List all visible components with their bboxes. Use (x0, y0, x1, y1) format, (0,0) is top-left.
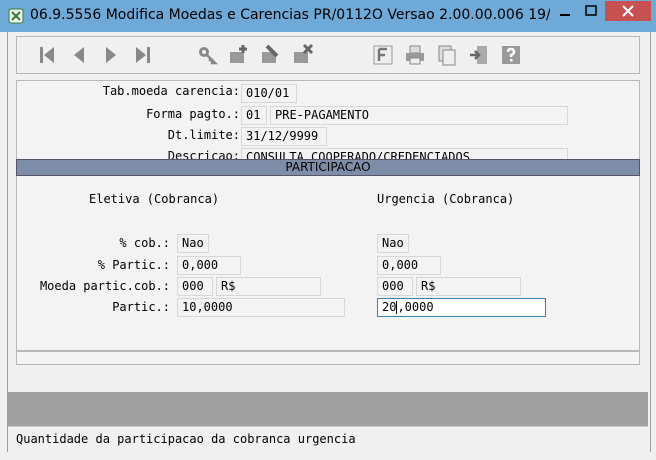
urgencia-moeda-desc-field: R$ (416, 277, 521, 296)
first-record-icon[interactable] (33, 41, 61, 69)
urgencia-partic-after-caret: ,0000 (397, 300, 434, 314)
grey-footer-area (8, 392, 648, 426)
eletiva-partic-pct-field[interactable]: 0,000 (177, 256, 241, 275)
participacao-panel: Eletiva (Cobranca) Urgencia (Cobranca) %… (16, 176, 640, 351)
eletiva-title: Eletiva (Cobranca) (89, 192, 220, 206)
tab-moeda-label: Tab.moeda carencia: (102, 84, 240, 98)
copy-icon[interactable] (433, 41, 461, 69)
add-icon[interactable] (225, 41, 253, 69)
maximize-button[interactable] (578, 1, 604, 21)
lower-panel (16, 351, 640, 365)
filter-icon[interactable] (369, 41, 397, 69)
next-record-icon[interactable] (97, 41, 125, 69)
urgencia-title: Urgencia (Cobranca) (377, 192, 515, 206)
section-title-participacao: PARTICIPACAO (16, 159, 640, 176)
urgencia-partic-field[interactable]: 20,0000 (377, 298, 546, 317)
forma-pagto-label: Forma pagto.: (146, 107, 240, 121)
forma-pagto-desc-field: PRE-PAGAMENTO (270, 106, 568, 125)
eletiva-partic-field[interactable]: 10,0000 (177, 298, 345, 317)
help-icon[interactable] (497, 41, 525, 69)
partic-label: Partic.: (112, 300, 170, 314)
minimize-button[interactable] (552, 1, 578, 21)
previous-record-icon[interactable] (65, 41, 93, 69)
dt-limite-label: Dt.limite: (167, 128, 240, 142)
dt-limite-field[interactable]: 31/12/9999 (241, 127, 327, 146)
title-bar: 06.9.5556 Modifica Moedas e Carencias PR… (0, 0, 656, 32)
app-icon (8, 8, 24, 24)
moeda-partic-label: Moeda partic.cob.: (39, 279, 170, 293)
key-icon[interactable] (193, 41, 221, 69)
toolbar (16, 36, 640, 74)
urgencia-partic-pct-field[interactable]: 0,000 (377, 256, 441, 275)
eletiva-moeda-desc-field: R$ (216, 277, 321, 296)
eletiva-moeda-code-field[interactable]: 000 (177, 277, 213, 296)
status-bar: Quantidade da participacao da cobranca u… (8, 426, 648, 452)
edit-icon[interactable] (257, 41, 285, 69)
exit-icon[interactable] (465, 41, 493, 69)
tab-moeda-field[interactable]: 010/01 (241, 84, 297, 103)
delete-icon[interactable] (289, 41, 317, 69)
forma-pagto-code-field[interactable]: 01 (241, 106, 267, 125)
urgencia-partic-before-caret: 20 (382, 300, 397, 314)
print-icon[interactable] (401, 41, 429, 69)
urgencia-cob-field[interactable]: Nao (377, 234, 409, 253)
window-title: 06.9.5556 Modifica Moedas e Carencias PR… (30, 7, 550, 23)
cob-label: % cob.: (119, 236, 170, 250)
last-record-icon[interactable] (129, 41, 157, 69)
eletiva-cob-field[interactable]: Nao (177, 234, 209, 253)
partic-pct-label: % Partic.: (97, 258, 170, 272)
urgencia-moeda-code-field[interactable]: 000 (377, 277, 413, 296)
header-panel: Tab.moeda carencia: 010/01 Forma pagto.:… (16, 80, 640, 160)
close-button[interactable] (605, 1, 651, 21)
